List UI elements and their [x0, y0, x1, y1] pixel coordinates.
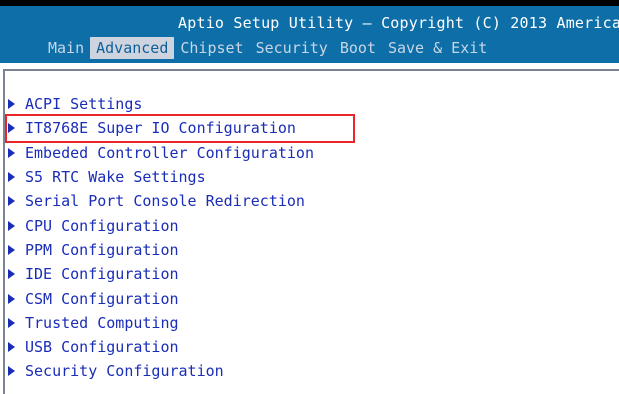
menu-item-label: IT8768E Super IO Configuration	[25, 119, 296, 138]
tab-bar: Main Advanced Chipset Security Boot Save…	[42, 37, 493, 59]
tab-boot[interactable]: Boot	[334, 37, 382, 59]
menu-item-security-configuration[interactable]: Security Configuration	[8, 359, 353, 383]
menu-item-cpu-configuration[interactable]: CPU Configuration	[8, 213, 353, 237]
submenu-arrow-icon	[8, 172, 15, 183]
submenu-arrow-icon	[8, 196, 15, 207]
menu-item-label: PPM Configuration	[25, 240, 179, 259]
menu-item-super-io-configuration[interactable]: IT8768E Super IO Configuration	[5, 114, 355, 143]
advanced-menu-panel: ACPI Settings IT8768E Super IO Configura…	[3, 69, 619, 394]
menu-item-ide-configuration[interactable]: IDE Configuration	[8, 262, 353, 286]
menu-item-label: ACPI Settings	[25, 95, 143, 114]
menu-item-acpi-settings[interactable]: ACPI Settings	[8, 92, 353, 116]
advanced-menu-list: ACPI Settings IT8768E Super IO Configura…	[5, 92, 355, 384]
tab-security[interactable]: Security	[250, 37, 334, 59]
menu-item-csm-configuration[interactable]: CSM Configuration	[8, 286, 353, 310]
menu-item-label: Security Configuration	[25, 362, 224, 381]
submenu-arrow-icon	[8, 244, 15, 255]
menu-item-embedded-controller-configuration[interactable]: Embeded Controller Configuration	[8, 141, 353, 165]
tab-save-exit[interactable]: Save & Exit	[382, 37, 493, 59]
menu-item-label: S5 RTC Wake Settings	[25, 168, 206, 187]
submenu-arrow-icon	[8, 293, 15, 304]
menu-item-label: Trusted Computing	[25, 313, 179, 332]
submenu-arrow-icon	[8, 269, 15, 280]
utility-title: Aptio Setup Utility – Copyright (C) 2013…	[178, 14, 619, 32]
menu-item-trusted-computing[interactable]: Trusted Computing	[8, 311, 353, 335]
menu-item-label: CPU Configuration	[25, 216, 179, 235]
submenu-arrow-icon	[8, 99, 15, 110]
tab-advanced[interactable]: Advanced	[90, 37, 175, 59]
menu-item-serial-port-console-redirection[interactable]: Serial Port Console Redirection	[8, 189, 353, 213]
submenu-arrow-icon	[8, 342, 15, 353]
menu-item-label: Embeded Controller Configuration	[25, 143, 314, 162]
menu-item-ppm-configuration[interactable]: PPM Configuration	[8, 238, 353, 262]
submenu-arrow-icon	[8, 317, 15, 328]
submenu-arrow-icon	[8, 220, 15, 231]
bios-header: Aptio Setup Utility – Copyright (C) 2013…	[0, 6, 619, 63]
menu-item-label: Serial Port Console Redirection	[25, 192, 305, 211]
submenu-arrow-icon	[8, 123, 15, 134]
menu-item-label: USB Configuration	[25, 338, 179, 357]
menu-item-s5-rtc-wake-settings[interactable]: S5 RTC Wake Settings	[8, 165, 353, 189]
submenu-arrow-icon	[8, 366, 15, 377]
tab-chipset[interactable]: Chipset	[174, 37, 249, 59]
menu-item-usb-configuration[interactable]: USB Configuration	[8, 335, 353, 359]
menu-item-label: CSM Configuration	[25, 289, 179, 308]
submenu-arrow-icon	[8, 147, 15, 158]
menu-item-label: IDE Configuration	[25, 265, 179, 284]
tab-main[interactable]: Main	[42, 37, 90, 59]
